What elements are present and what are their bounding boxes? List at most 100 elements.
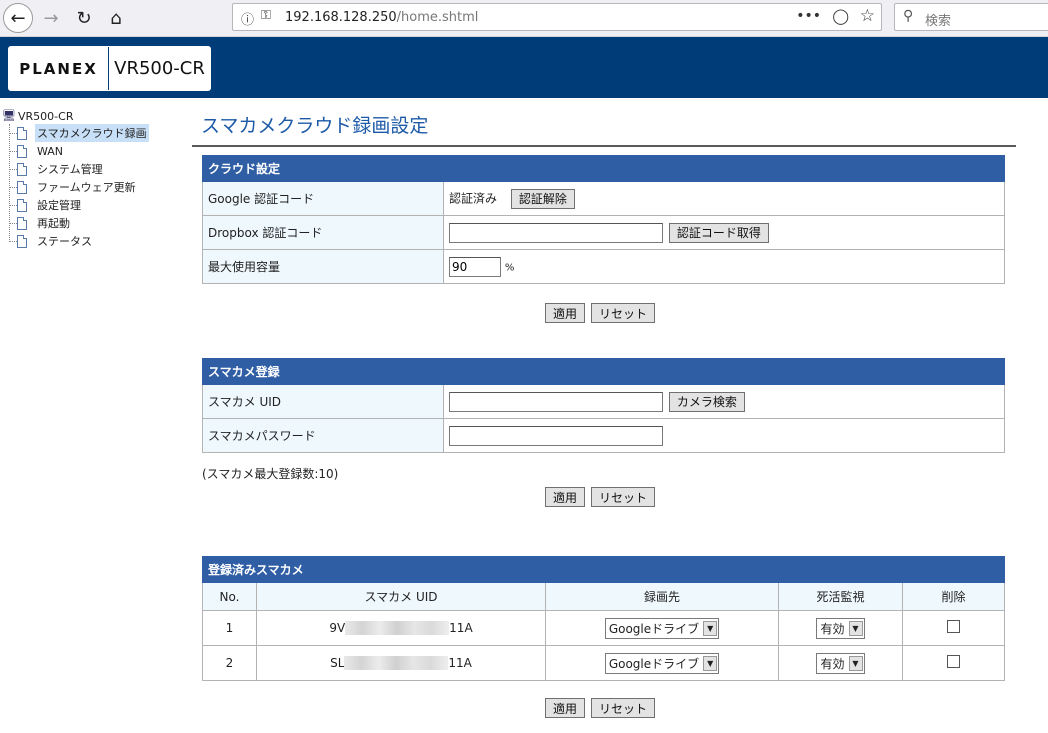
reset-button[interactable]: リセット: [591, 698, 656, 718]
document-icon: [17, 126, 27, 140]
apply-button[interactable]: 適用: [545, 487, 586, 507]
more-actions-icon[interactable]: •••: [796, 8, 821, 24]
tree-root[interactable]: 🖥 VR500-CR: [2, 108, 73, 124]
redacted-uid: [345, 621, 450, 636]
col-destination: 録画先: [545, 582, 779, 611]
uid-row: スマカメ UID カメラ検索: [202, 384, 1005, 419]
capacity-unit: %: [504, 262, 515, 273]
dropbox-code-input[interactable]: [449, 222, 663, 243]
capacity-row: 最大使用容量 %: [202, 249, 1005, 284]
back-arrow-icon[interactable]: ←: [3, 3, 33, 33]
document-icon: [17, 198, 27, 212]
tree-item-settings[interactable]: 設定管理: [9, 197, 83, 213]
password-row: スマカメパスワード: [202, 418, 1005, 453]
model-name: VR500-CR: [114, 58, 205, 79]
uid-value-cell: カメラ検索: [443, 384, 1005, 419]
dropbox-row: Dropbox 認証コード 認証コード取得: [202, 215, 1005, 250]
camera-uid-input[interactable]: [449, 391, 663, 412]
registered-button-row: 適用 リセット: [545, 698, 661, 718]
row-destination-cell: Googleドライブ ▼: [545, 645, 779, 681]
cloud-button-row: 適用 リセット: [545, 303, 661, 323]
camera-password-input[interactable]: [449, 425, 663, 446]
row-monitor-cell: 有効 ▼: [778, 610, 903, 646]
pocket-icon[interactable]: ◯: [832, 7, 849, 25]
row-destination-cell: Googleドライブ ▼: [545, 610, 779, 646]
registered-cameras-table: 登録済みスマカメ No. スマカメ UID 録画先 死活監視 削除 1 9V 11…: [202, 556, 1005, 681]
home-icon[interactable]: ⌂: [102, 4, 130, 32]
row-uid: 9V 11A: [256, 610, 546, 646]
info-icon[interactable]: ⓘ: [241, 9, 254, 28]
password-label: スマカメパスワード: [202, 418, 444, 453]
uid-label: スマカメ UID: [202, 384, 444, 419]
document-icon: [17, 180, 27, 194]
capacity-input[interactable]: [449, 256, 501, 277]
monitor-select[interactable]: 有効 ▼: [816, 617, 865, 639]
tree-item-status[interactable]: ステータス: [9, 233, 94, 249]
address-bar[interactable]: ⓘ ⚿ 192.168.128.250/home.shtml ••• ◯ ☆: [232, 3, 882, 31]
revoke-auth-button[interactable]: 認証解除: [510, 188, 575, 209]
document-icon: [17, 144, 27, 158]
col-no: No.: [202, 582, 257, 611]
tree-item-system[interactable]: システム管理: [9, 161, 105, 177]
redacted-uid: [344, 656, 449, 671]
row-delete-cell: [902, 610, 1005, 646]
row-no: 2: [202, 645, 257, 681]
delete-checkbox[interactable]: [947, 655, 960, 668]
key-icon: ⚿: [261, 8, 271, 23]
dropbox-value-cell: 認証コード取得: [443, 215, 1005, 250]
section-heading: クラウド設定: [202, 155, 1005, 182]
title-divider: [192, 145, 1016, 147]
computer-icon: 🖥: [2, 109, 16, 122]
destination-select[interactable]: Googleドライブ ▼: [604, 617, 720, 639]
table-row: 2 SL 11A Googleドライブ ▼ 有効 ▼: [202, 645, 1005, 681]
reload-icon[interactable]: ↻: [70, 4, 98, 32]
brand-box: PLANEX VR500-CR: [8, 46, 211, 91]
search-field[interactable]: ⚲ 検索: [894, 3, 1048, 31]
get-auth-code-button[interactable]: 認証コード取得: [668, 222, 769, 243]
camera-registration-table: スマカメ登録 スマカメ UID カメラ検索 スマカメパスワード: [202, 358, 1005, 453]
google-value-cell: 認証済み 認証解除: [443, 181, 1005, 216]
table-header-row: No. スマカメ UID 録画先 死活監視 削除: [202, 582, 1005, 611]
camera-search-button[interactable]: カメラ検索: [668, 391, 745, 412]
apply-button[interactable]: 適用: [545, 698, 586, 718]
tree-item-firmware[interactable]: ファームウェア更新: [9, 179, 138, 195]
delete-checkbox[interactable]: [947, 620, 960, 633]
monitor-select[interactable]: 有効 ▼: [816, 652, 865, 674]
search-icon: ⚲: [903, 8, 914, 24]
tree-item-wan[interactable]: WAN: [9, 143, 65, 159]
password-value-cell: [443, 418, 1005, 453]
capacity-label: 最大使用容量: [202, 249, 444, 284]
camera-button-row: 適用 リセット: [545, 487, 661, 507]
col-delete: 削除: [902, 582, 1005, 611]
forward-arrow-icon[interactable]: →: [37, 4, 65, 32]
dropdown-arrow-icon: ▼: [703, 620, 718, 636]
browser-toolbar: ← → ↻ ⌂ ⓘ ⚿ 192.168.128.250/home.shtml •…: [0, 0, 1048, 37]
destination-select[interactable]: Googleドライブ ▼: [604, 652, 720, 674]
reset-button[interactable]: リセット: [591, 487, 656, 507]
planex-logo: PLANEX: [9, 47, 109, 90]
dropdown-arrow-icon: ▼: [848, 620, 863, 636]
col-monitor: 死活監視: [778, 582, 903, 611]
cloud-settings-table: クラウド設定 Google 認証コード 認証済み 認証解除 Dropbox 認証…: [202, 155, 1005, 284]
max-registration-note: (スマカメ最大登録数:10): [202, 467, 339, 481]
document-icon: [17, 234, 27, 248]
dropdown-arrow-icon: ▼: [703, 655, 718, 671]
bookmark-star-icon[interactable]: ☆: [860, 6, 875, 26]
reset-button[interactable]: リセット: [591, 303, 656, 323]
tree-item-reboot[interactable]: 再起動: [9, 215, 72, 231]
document-icon: [17, 162, 27, 176]
page-title: スマカメクラウド録画設定: [201, 115, 429, 137]
section-heading: スマカメ登録: [202, 358, 1005, 385]
capacity-value-cell: %: [443, 249, 1005, 284]
col-uid: スマカメ UID: [256, 582, 546, 611]
section-heading: 登録済みスマカメ: [202, 556, 1005, 583]
google-row: Google 認証コード 認証済み 認証解除: [202, 181, 1005, 216]
row-monitor-cell: 有効 ▼: [778, 645, 903, 681]
dropdown-arrow-icon: ▼: [848, 655, 863, 671]
row-uid: SL 11A: [256, 645, 546, 681]
search-placeholder: 検索: [925, 14, 952, 29]
google-label: Google 認証コード: [202, 181, 444, 216]
tree-item-cloud-recording[interactable]: スマカメクラウド録画: [9, 124, 149, 142]
apply-button[interactable]: 適用: [545, 303, 586, 323]
dropbox-label: Dropbox 認証コード: [202, 215, 444, 250]
